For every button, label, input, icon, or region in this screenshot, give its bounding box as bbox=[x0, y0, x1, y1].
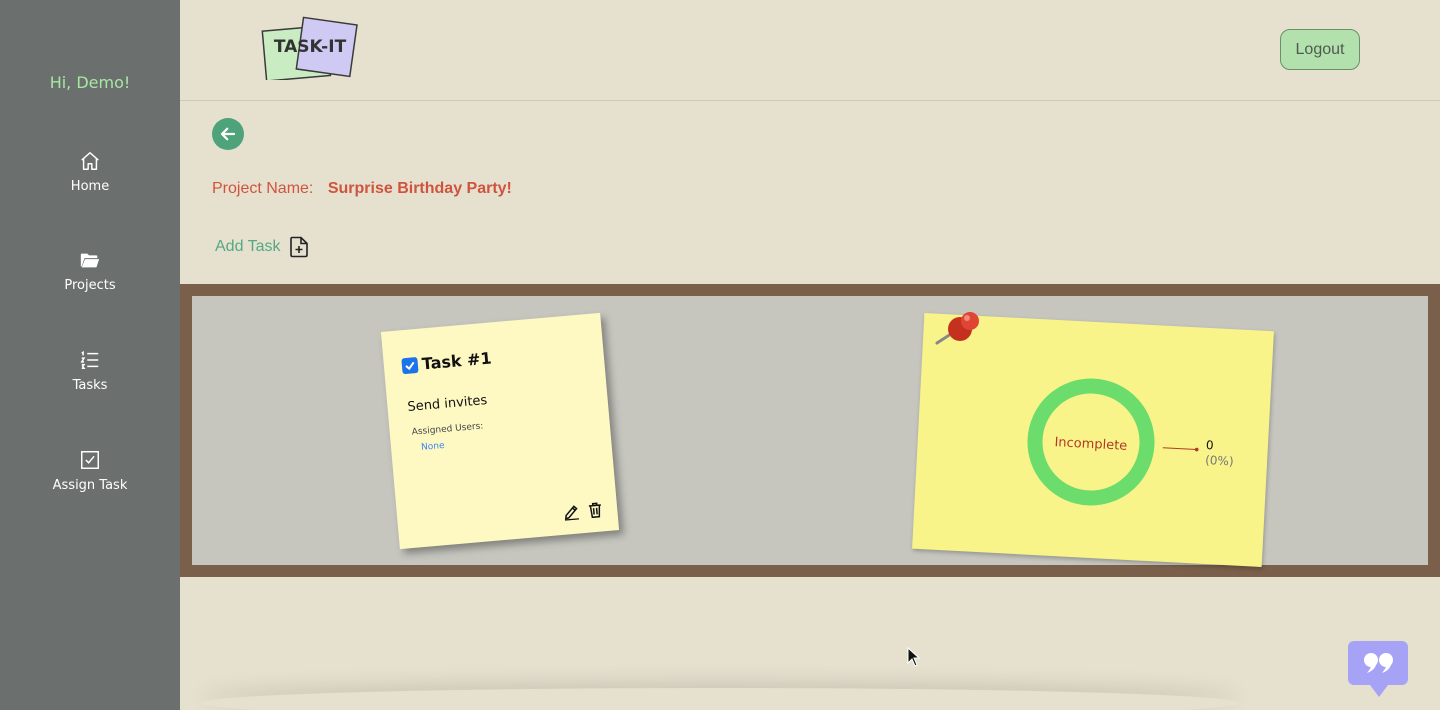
add-task-button[interactable]: Add Task bbox=[215, 236, 309, 258]
checkmark-icon bbox=[405, 361, 415, 370]
folder-open-icon bbox=[80, 253, 100, 268]
task-card[interactable]: Task #1 Send invites Assigned Users: Non… bbox=[380, 312, 620, 550]
file-plus-icon bbox=[289, 236, 308, 258]
project-name-row: Project Name: Surprise Birthday Party! bbox=[212, 180, 512, 198]
sidebar-item-label: Projects bbox=[64, 278, 116, 293]
task-title: Task #1 bbox=[421, 348, 493, 374]
task-title-row: Task #1 bbox=[401, 348, 492, 375]
mouse-cursor-icon bbox=[907, 647, 921, 667]
sidebar-item-assign-task[interactable]: Assign Task bbox=[0, 449, 180, 493]
sidebar-item-home[interactable]: Home bbox=[0, 150, 180, 194]
assigned-users-label: Assigned Users: bbox=[411, 421, 484, 438]
progress-donut-chart: Incomplete 0 (0%) bbox=[1027, 378, 1234, 506]
assigned-users-value: None bbox=[420, 440, 446, 453]
task-complete-checkbox[interactable] bbox=[401, 356, 419, 374]
arrow-left-icon bbox=[220, 127, 236, 141]
edit-icon[interactable] bbox=[563, 503, 580, 521]
sidebar-item-projects[interactable]: Projects bbox=[0, 249, 180, 293]
add-task-label: Add Task bbox=[215, 238, 281, 255]
header: TASK-IT Logout bbox=[180, 0, 1440, 101]
task-actions bbox=[563, 501, 604, 521]
greeting: Hi, Demo! bbox=[49, 73, 131, 92]
donut-center-label: Incomplete bbox=[1054, 435, 1127, 454]
project-name-label: Project Name: bbox=[212, 180, 314, 197]
sidebar-item-label: Assign Task bbox=[52, 478, 128, 493]
callout-dot bbox=[1194, 447, 1199, 452]
callout-line bbox=[1162, 447, 1197, 451]
logout-button[interactable]: Logout bbox=[1280, 29, 1360, 70]
callout-percent: (0%) bbox=[1205, 453, 1234, 468]
pushpin-icon bbox=[935, 312, 979, 345]
sidebar-item-label: Home bbox=[70, 179, 110, 194]
list-icon bbox=[80, 350, 99, 369]
task-description: Send invites bbox=[406, 393, 488, 415]
sidebar: Hi, Demo! Home Projects Tasks Assign Tas… bbox=[0, 0, 180, 710]
callout-value: 0 bbox=[1206, 438, 1214, 452]
svg-text:TASK-IT: TASK-IT bbox=[274, 37, 347, 57]
project-name-value: Surprise Birthday Party! bbox=[327, 180, 512, 197]
check-square-icon bbox=[81, 451, 99, 469]
sidebar-item-label: Tasks bbox=[72, 378, 108, 393]
logo[interactable]: TASK-IT bbox=[260, 14, 360, 82]
footer-shadow bbox=[200, 688, 1240, 710]
feedback-button[interactable] bbox=[1348, 641, 1408, 697]
back-button[interactable] bbox=[212, 118, 244, 150]
sidebar-item-tasks[interactable]: Tasks bbox=[0, 349, 180, 393]
quote-icon bbox=[1364, 653, 1393, 673]
trash-icon[interactable] bbox=[587, 501, 604, 519]
home-icon bbox=[81, 152, 99, 170]
